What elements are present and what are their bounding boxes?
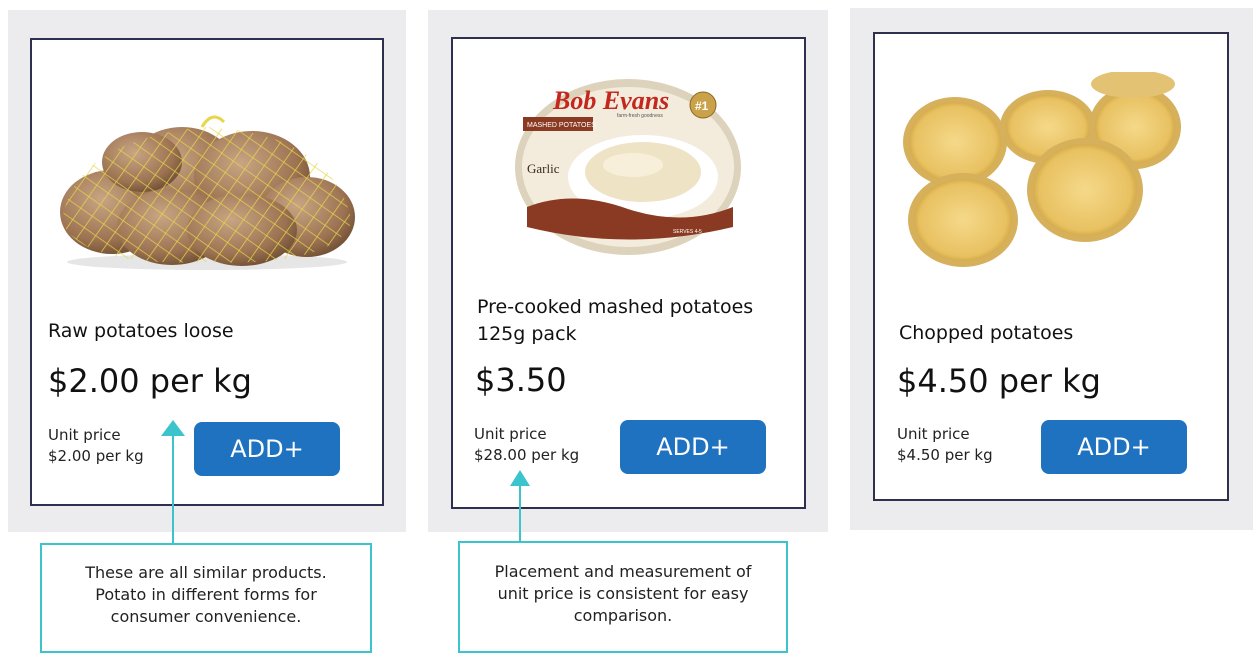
callout-line: consumer convenience. (110, 607, 302, 626)
callout-similar-products: These are all similar products. Potato i… (40, 543, 372, 653)
callout-line: unit price is consistent for easy (497, 584, 749, 603)
callout-line: comparison. (573, 606, 673, 625)
arrow-head-2 (510, 470, 530, 486)
callout-unit-price-consistency: Placement and measurement of unit price … (458, 541, 788, 653)
arrow-head-1 (161, 420, 185, 436)
callout-line: These are all similar products. (85, 563, 327, 582)
callout-line: Placement and measurement of (494, 562, 752, 581)
callout-line: Potato in different forms for (95, 585, 317, 604)
